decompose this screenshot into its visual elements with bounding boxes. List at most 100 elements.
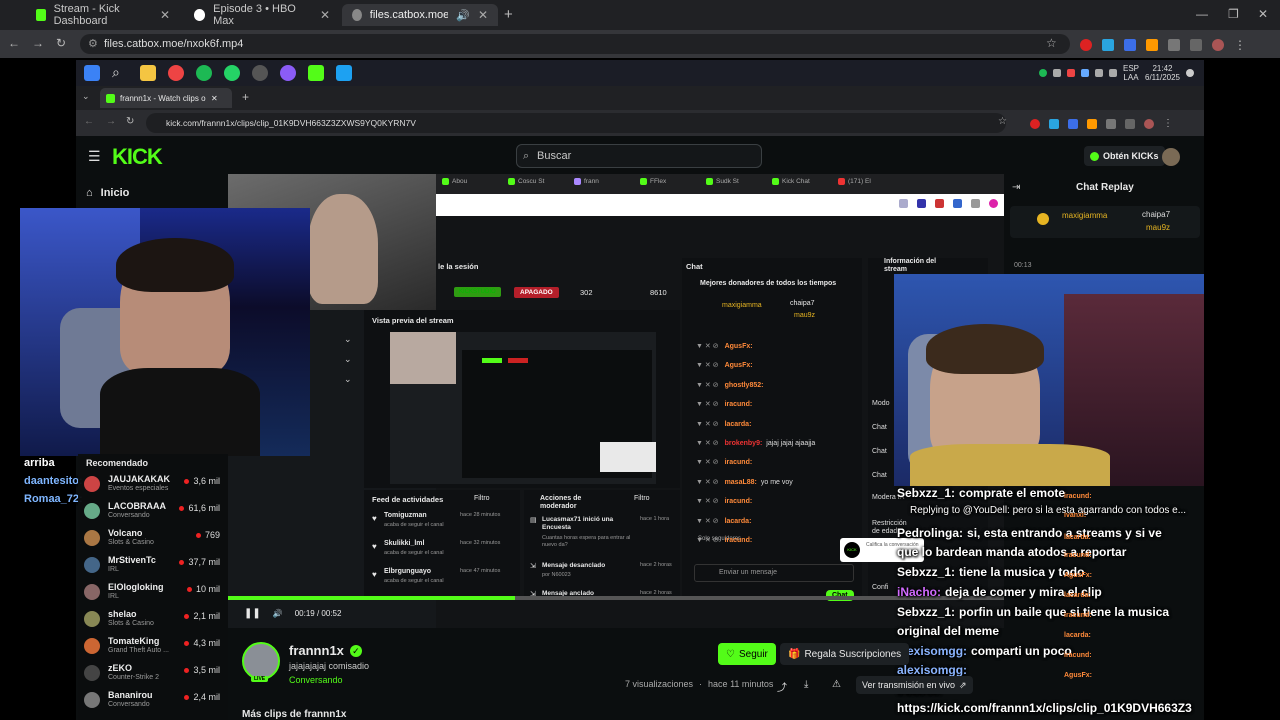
donors-subtitle: Mejores donadores de todos los tiempos <box>700 280 837 287</box>
overlay-badge-user: iracund: <box>1064 652 1092 659</box>
overlay-badge-user: lacarda: <box>1064 592 1091 599</box>
download-icon: ⤓ <box>804 679 809 690</box>
channel-category: Conversando <box>108 512 150 519</box>
channel-category: Slots & Casino <box>108 539 154 546</box>
clock-date: 6/11/2025 <box>1145 73 1180 82</box>
channel-category: Eventos especiales <box>108 485 169 492</box>
viewer-count: 37,7 mil <box>179 557 220 567</box>
new-tab-icon[interactable]: + <box>504 6 513 23</box>
windows-start-icon <box>84 65 100 81</box>
nested-tab: Kick Chat <box>772 178 834 185</box>
live-badge: LIVE <box>251 676 269 682</box>
overlay-chat-message: que lo bardean manda atodos a reportar <box>897 545 1127 559</box>
messenger-icon <box>280 65 296 81</box>
donor-name: chaipa7 <box>1142 210 1171 219</box>
forward-icon[interactable]: → <box>32 36 44 50</box>
tab-favicon-icon <box>442 178 449 185</box>
overlay-badge-user: ivanxi: <box>1064 512 1087 519</box>
mod-actions-panel: Acciones de moderador Filtro ▤ Lucasmax71… <box>524 490 680 600</box>
recommended-channel: LACOBRAAA Conversando 61,6 mil <box>84 501 220 523</box>
clip-title: jajajajajaj comisadio <box>289 661 370 671</box>
heart-icon: ♥ <box>372 542 377 551</box>
channel-avatar <box>84 611 100 627</box>
puzzle-icon[interactable] <box>1168 39 1180 51</box>
new-tab-icon: + <box>242 90 250 104</box>
shirt <box>100 368 260 456</box>
tab-catbox-video[interactable]: files.catbox.moe/nxok6f.mp 🔊 ✕ <box>342 4 498 26</box>
nested-tab: FFlex <box>640 178 702 185</box>
nested-chat-line: ▼ ✕ ⊘ lacarda: <box>696 517 755 525</box>
nested-tab-title: (171) El <box>848 178 871 185</box>
inner-tab-kick-clip: frannn1x - Watch clips on K ✕ <box>100 88 232 108</box>
profile-avatar[interactable] <box>1212 39 1224 51</box>
tab-hbo-max[interactable]: Episode 3 • HBO Max ✕ <box>184 3 340 27</box>
tab-title: files.catbox.moe/nxok6f.mp <box>369 9 449 21</box>
clock: 21:42 6/11/2025 <box>1145 64 1180 82</box>
search-placeholder: Buscar <box>537 150 572 162</box>
reload-icon[interactable]: ↻ <box>56 36 66 50</box>
extension-icon[interactable] <box>1146 39 1158 51</box>
close-tab-icon[interactable]: ✕ <box>320 8 330 22</box>
close-tab-icon[interactable]: ✕ <box>160 8 170 22</box>
inner-address-bar: ← → ↻ kick.com/frannn1x/clips/clip_01K9D… <box>76 110 1204 136</box>
nested-tab: frann <box>574 178 636 185</box>
menu-dots-icon[interactable]: ⋮ <box>1234 38 1246 52</box>
tray-icon <box>1038 69 1047 77</box>
close-window-icon[interactable]: ✕ <box>1258 7 1268 21</box>
whatsapp-icon <box>224 65 240 81</box>
maximize-icon[interactable]: ❐ <box>1228 7 1239 21</box>
mod-action-item: ⇲ Mensaje desanclado hace 2 horas por N6002… <box>524 562 680 592</box>
nested-tab-strip: Abou Coscu St frann FFlex Sudk St Kick Chat (1… <box>436 174 1004 194</box>
media-icon[interactable] <box>1190 39 1202 51</box>
overlay-chat-user: Sebxzz_1: <box>897 605 956 619</box>
close-tab-icon[interactable]: ✕ <box>478 8 488 22</box>
back-icon: ← <box>84 116 94 127</box>
channel-avatar <box>84 665 100 681</box>
extension-icon[interactable] <box>1124 39 1136 51</box>
url-field[interactable]: ⚙ files.catbox.moe/nxok6f.mp4 <box>80 34 1070 54</box>
channel-name: MrStivenTc <box>108 555 156 565</box>
hbo-favicon-icon <box>194 9 206 21</box>
back-icon[interactable]: ← <box>8 36 20 50</box>
nested-chat-line: ▼ ✕ ⊘ masaL88: yo me voy <box>696 478 793 486</box>
recommended-title: Recomendado <box>86 458 149 468</box>
kick-favicon-icon <box>106 93 115 103</box>
chat-mod-icons: ▼ ✕ ⊘ <box>696 440 719 447</box>
overlay-badge-user: lacarda: <box>1064 534 1091 541</box>
kick-favicon-icon <box>36 9 46 21</box>
viewer-count: 2,1 mil <box>184 611 220 621</box>
gold-medal-icon <box>1037 213 1049 225</box>
mod-action-item: ▤ Lucasmax71 inició una Encuesta hace 1 ho… <box>524 516 680 548</box>
globe-favicon-icon <box>352 9 362 21</box>
mod-action-title: Lucasmax71 inició una Encuesta <box>542 516 614 531</box>
clip-video-player: Abou Coscu St frann FFlex Sudk St Kick Chat (1… <box>228 174 1004 628</box>
extension-icon <box>1049 118 1059 129</box>
overlay-chat-user: alexisomgg: <box>897 663 968 677</box>
overlay-chat-line: que lo bardean manda atodos a reportar <box>897 545 1126 559</box>
nested-extensions <box>899 199 998 208</box>
tab-title: Stream - Kick Dashboard <box>53 3 120 27</box>
site-info-icon[interactable]: ⚙ <box>88 34 98 54</box>
chat-replay-panel: ⇥ Chat Replay maxigiamma chaipa7 mau9z 0… <box>1004 174 1204 274</box>
extension-icon[interactable] <box>1080 39 1092 51</box>
extension-icon[interactable] <box>1102 39 1114 51</box>
puzzle-icon <box>1106 118 1116 129</box>
nested-tab-title: frann <box>584 178 599 185</box>
volume-icon <box>1108 69 1117 77</box>
bookmark-star-icon[interactable]: ☆ <box>1046 36 1057 50</box>
nested-tab: Sudk St <box>706 178 768 185</box>
channel-avatar <box>84 476 100 492</box>
tab-favicon-icon <box>706 178 713 185</box>
hamburger-menu-icon: ☰ <box>88 148 101 164</box>
channel-avatar <box>84 692 100 708</box>
seek-bar-progress <box>228 596 516 600</box>
channel-avatar <box>84 530 100 546</box>
hair <box>926 324 1044 374</box>
overlay-clip-url: https://kick.com/frannn1x/clips/clip_01K… <box>897 701 1192 715</box>
chevron-down-icon: ⌄ <box>344 374 352 384</box>
tab-kick-dashboard[interactable]: Stream - Kick Dashboard ✕ <box>26 3 180 27</box>
info-title: Información del stream <box>884 258 937 273</box>
minimize-icon[interactable]: — <box>1196 7 1208 21</box>
extension-icon <box>1068 118 1078 129</box>
speaker-icon[interactable]: 🔊 <box>456 9 470 22</box>
